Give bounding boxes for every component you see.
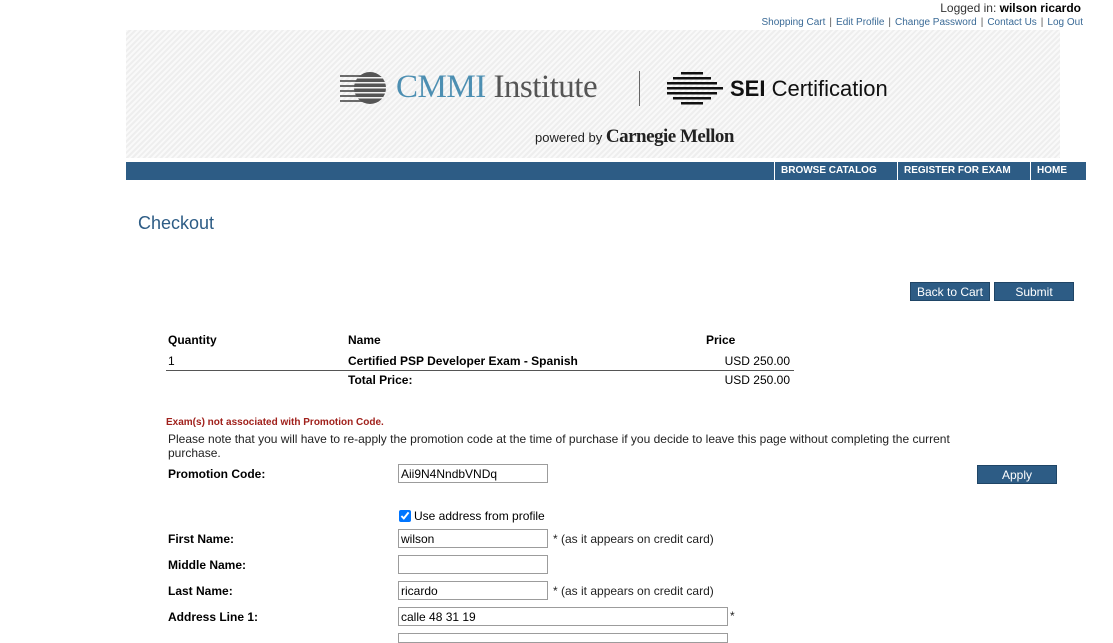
cmmi-brand: CMMI (396, 69, 486, 105)
last-name-hint: * (as it appears on credit card) (553, 584, 714, 598)
total-price-label: Total Price: (348, 373, 413, 387)
last-name-input[interactable] (398, 581, 548, 600)
first-name-hint: * (as it appears on credit card) (553, 532, 714, 546)
address-required-mark: * (730, 609, 735, 623)
log-out-link[interactable]: Log Out (1047, 17, 1083, 28)
logged-in-prefix: Logged in: (940, 1, 997, 15)
middle-name-input[interactable] (398, 555, 548, 574)
logged-in-status: Logged in: wilson ricardo (940, 1, 1081, 15)
page-title: Checkout (138, 213, 215, 233)
quantity-header: Quantity (168, 333, 217, 347)
row-price: USD 250.00 (724, 354, 790, 368)
price-header: Price (706, 333, 736, 347)
cmmi-logo-icon (340, 72, 390, 104)
contact-us-link[interactable]: Contact Us (987, 17, 1036, 28)
link-separator: | (888, 17, 891, 28)
first-name-input[interactable] (398, 529, 548, 548)
cmmi-institute: Institute (493, 69, 598, 105)
back-to-cart-button[interactable]: Back to Cart (910, 282, 990, 301)
link-separator: | (980, 17, 984, 28)
row-exam-name: Certified PSP Developer Exam - Spanish (348, 354, 578, 368)
promo-note: Please note that you will have to re-app… (168, 432, 950, 460)
shopping-cart-link[interactable]: Shopping Cart (761, 17, 825, 28)
link-separator: | (829, 17, 833, 28)
row-quantity: 1 (168, 354, 175, 368)
promotion-code-label: Promotion Code: (168, 467, 266, 481)
carnegie-mellon-logo: Carnegie Mellon (605, 126, 735, 147)
user-name: wilson ricardo (999, 1, 1081, 15)
promotion-code-input[interactable] (398, 464, 548, 483)
address-line-1-input[interactable] (398, 607, 728, 626)
promo-error-message: Exam(s) not associated with Promotion Co… (166, 417, 384, 428)
banner-divider (639, 71, 640, 106)
nav-browse-catalog[interactable]: BROWSE CATALOG (774, 162, 897, 180)
sei-certification-wordmark: SEI Certification (730, 76, 888, 102)
submit-button[interactable]: Submit (994, 282, 1074, 301)
address-line-2-input[interactable] (398, 633, 728, 643)
account-links: Shopping Cart | Edit Profile | Change Passwo… (761, 17, 1083, 28)
use-address-label: Use address from profile (414, 509, 545, 523)
address-line-1-label: Address Line 1: (168, 610, 259, 624)
total-price-value: USD 250.00 (724, 373, 790, 387)
nav-register-for-exam[interactable]: REGISTER FOR EXAM (897, 162, 1030, 180)
sei-bold: SEI (730, 76, 766, 101)
middle-name-label: Middle Name: (168, 558, 247, 572)
nav-home[interactable]: HOME (1030, 162, 1086, 180)
cmmi-institute-wordmark: CMMI Institute (396, 69, 598, 106)
link-separator: | (1040, 17, 1044, 28)
powered-by: powered by Carnegie Mellon (535, 126, 734, 148)
change-password-link[interactable]: Change Password (895, 17, 977, 28)
table-divider (166, 370, 794, 371)
powered-by-label: powered by (535, 130, 603, 145)
use-address-checkbox[interactable] (399, 510, 411, 522)
name-header: Name (348, 333, 381, 347)
sei-logo-icon (667, 72, 723, 105)
use-address-option[interactable]: Use address from profile (399, 509, 545, 523)
sei-certification: Certification (771, 76, 888, 101)
first-name-label: First Name: (168, 532, 235, 546)
edit-profile-link[interactable]: Edit Profile (836, 17, 884, 28)
apply-button[interactable]: Apply (977, 465, 1057, 484)
last-name-label: Last Name: (168, 584, 233, 598)
